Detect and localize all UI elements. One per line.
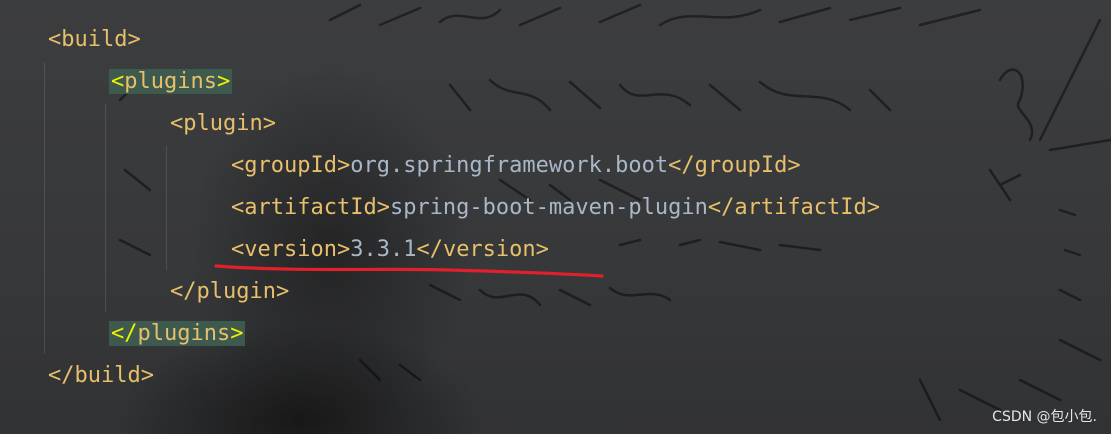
csdn-watermark: CSDN @包小包. <box>992 409 1097 425</box>
code-editor[interactable]: <build> <plugins> <plugin> <groupId>org.spr… <box>0 0 1111 434</box>
red-underline-annotation <box>214 264 604 278</box>
